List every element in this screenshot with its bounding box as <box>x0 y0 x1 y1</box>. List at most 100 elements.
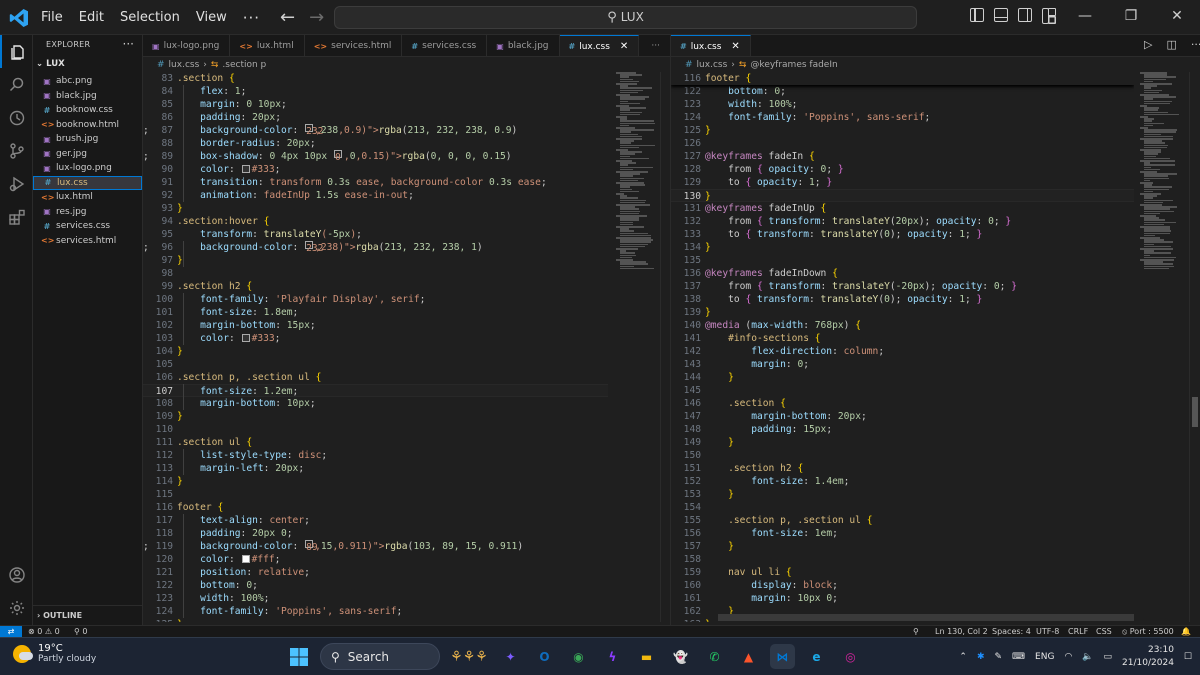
code-line[interactable]: 121 position: relative; <box>143 566 608 579</box>
code-line[interactable]: 83 .section { <box>143 72 608 85</box>
right-code-editor[interactable]: 116 footer {122 bottom: 0; 123 width: 100%… <box>671 72 1134 622</box>
code-line[interactable]: 118 padding: 20px 0; <box>143 527 608 540</box>
breadcrumb-symbol[interactable]: .section p <box>222 60 266 70</box>
code-line[interactable]: 129 to { opacity: 1; } <box>671 176 1134 189</box>
code-line[interactable]: 99 .section h2 { <box>143 280 608 293</box>
toggle-secondary-sidebar-icon[interactable] <box>1018 8 1032 22</box>
command-center-search[interactable]: ⚲ LUX <box>334 6 917 29</box>
code-line[interactable]: 113 margin-left: 20px; <box>143 462 608 475</box>
sticky-scroll-line[interactable]: 116 footer { <box>671 72 1134 85</box>
minimize-icon[interactable]: — <box>1062 0 1108 35</box>
breadcrumb-file[interactable]: lux.css <box>169 60 200 70</box>
code-line[interactable]: 103 color: #333; <box>143 332 608 345</box>
file-item[interactable]: # lux.css <box>33 175 142 190</box>
code-line[interactable]: 87 background-color: 232,238,0.9)">rgba(… <box>143 124 608 137</box>
code-line[interactable]: 123 width: 100%; <box>143 592 608 605</box>
code-line[interactable]: 147 margin-bottom: 20px; <box>671 410 1134 423</box>
code-line[interactable]: 125} <box>143 618 608 622</box>
close-tab-icon[interactable]: ✕ <box>620 41 628 52</box>
run-icon[interactable]: ▷ <box>1144 38 1152 51</box>
timeline-icon[interactable] <box>0 101 33 134</box>
code-line[interactable]: 141 #info-sections { <box>671 332 1134 345</box>
code-line[interactable]: 97} <box>143 254 608 267</box>
code-line[interactable]: 137 from { transform: translateY(-20px);… <box>671 280 1134 293</box>
code-line[interactable]: 107 font-size: 1.2em; <box>143 384 608 397</box>
file-item[interactable]: ▣ abc.png <box>33 74 142 89</box>
code-line[interactable]: 124 font-family: 'Poppins', sans-serif; <box>143 605 608 618</box>
file-item[interactable]: <> lux.html <box>33 190 142 205</box>
customize-layout-icon[interactable] <box>1042 8 1056 24</box>
code-line[interactable]: 104} <box>143 345 608 358</box>
toggle-panel-icon[interactable] <box>994 8 1008 22</box>
file-item[interactable]: ▣ res.jpg <box>33 205 142 220</box>
file-item[interactable]: ▣ lux-logo.png <box>33 161 142 176</box>
battery-icon[interactable]: ▭ <box>1104 652 1113 662</box>
chrome-icon[interactable]: ◉ <box>566 644 591 669</box>
widgets-fish-icon[interactable]: ⚘⚘⚘ <box>449 644 489 669</box>
code-line[interactable]: 135 <box>671 254 1134 267</box>
outline-section[interactable]: › OUTLINE <box>33 605 142 625</box>
code-line[interactable]: 125} <box>671 124 1134 137</box>
code-line[interactable]: 115 <box>143 488 608 501</box>
code-line[interactable]: 160 display: block; <box>671 579 1134 592</box>
code-line[interactable]: 144 } <box>671 371 1134 384</box>
forward-arrow-icon[interactable]: → <box>309 7 324 28</box>
left-minimap[interactable] <box>612 72 660 622</box>
code-line[interactable]: 151 .section h2 { <box>671 462 1134 475</box>
file-item[interactable]: ▣ ger.jpg <box>33 147 142 162</box>
settings-gear-icon[interactable] <box>0 591 33 624</box>
editor-tab[interactable]: <> services.html <box>305 35 403 56</box>
vscode-logo-icon[interactable] <box>9 8 29 28</box>
run-debug-icon[interactable] <box>0 167 33 200</box>
editor-tab[interactable]: ▣ black.jpg <box>487 35 560 56</box>
file-item[interactable]: # services.css <box>33 219 142 234</box>
code-line[interactable]: 84 flex: 1; <box>143 85 608 98</box>
volume-icon[interactable]: 🔈 <box>1082 652 1093 662</box>
editor-tab[interactable]: # lux.css ✕ <box>671 35 751 56</box>
code-line[interactable]: 152 font-size: 1.4em; <box>671 475 1134 488</box>
code-line[interactable]: 116 footer { <box>143 501 608 514</box>
code-line[interactable]: 138 to { transform: translateY(0); opaci… <box>671 293 1134 306</box>
horizontal-scrollbar[interactable] <box>718 614 1134 621</box>
right-scrollbar[interactable] <box>1189 72 1199 622</box>
pen-icon[interactable]: ✎ <box>995 652 1003 662</box>
code-line[interactable]: 123 width: 100%; <box>671 98 1134 111</box>
more-actions-icon[interactable]: ··· <box>1191 38 1200 51</box>
code-line[interactable]: 120 color: #fff; <box>143 553 608 566</box>
code-line[interactable]: 102 margin-bottom: 15px; <box>143 319 608 332</box>
snapchat-icon[interactable]: 👻 <box>668 644 693 669</box>
extensions-icon[interactable] <box>0 200 33 233</box>
code-line[interactable]: 122 bottom: 0; <box>671 85 1134 98</box>
whatsapp-icon[interactable]: ✆ <box>702 644 727 669</box>
menu-view[interactable]: View <box>196 10 227 25</box>
code-line[interactable]: 85 margin: 0 10px; <box>143 98 608 111</box>
code-line[interactable]: 112 list-style-type: disc; <box>143 449 608 462</box>
code-line[interactable]: 143 margin: 0; <box>671 358 1134 371</box>
code-line[interactable]: 119 background-color: 89,15,0.911)">rgba… <box>143 540 608 553</box>
wifi-icon[interactable]: ◠ <box>1064 652 1072 662</box>
file-item[interactable]: <> services.html <box>33 234 142 249</box>
code-line[interactable]: 109} <box>143 410 608 423</box>
weather-widget[interactable]: 19°C Partly cloudy <box>13 643 96 664</box>
notification-center-icon[interactable]: ☐ <box>1184 652 1192 662</box>
code-line[interactable]: 105 <box>143 358 608 371</box>
code-line[interactable]: 130} <box>671 189 1134 202</box>
code-line[interactable]: 94 .section:hover { <box>143 215 608 228</box>
restore-icon[interactable]: ❐ <box>1108 0 1154 35</box>
file-item[interactable]: # booknow.css <box>33 103 142 118</box>
code-line[interactable]: 126 <box>671 137 1134 150</box>
clock[interactable]: 23:10 21/10/2024 <box>1122 644 1174 670</box>
source-control-icon[interactable] <box>0 134 33 167</box>
bluetooth-icon[interactable]: ✱ <box>977 652 985 662</box>
explorer-icon[interactable] <box>0 35 33 68</box>
scrollbar-thumb[interactable] <box>1192 397 1198 427</box>
code-line[interactable]: 95 transform: translateY(-5px); <box>143 228 608 241</box>
code-line[interactable]: 161 margin: 10px 0; <box>671 592 1134 605</box>
code-line[interactable]: 128 from { opacity: 0; } <box>671 163 1134 176</box>
menu-file[interactable]: File <box>41 10 63 25</box>
code-line[interactable]: 91 transition: transform 0.3s ease, back… <box>143 176 608 189</box>
code-line[interactable]: 131 @keyframes fadeInUp { <box>671 202 1134 215</box>
split-editor-icon[interactable]: ◫ <box>1166 38 1176 51</box>
code-line[interactable]: 110 <box>143 423 608 436</box>
back-arrow-icon[interactable]: ← <box>280 7 295 28</box>
